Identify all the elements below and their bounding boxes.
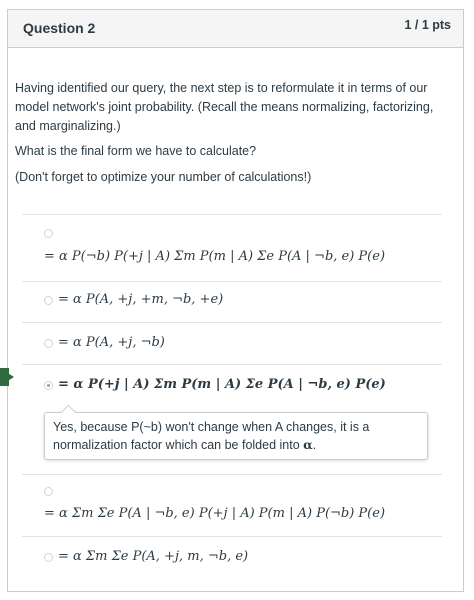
answer-divider	[22, 322, 442, 323]
question-header: Question 2 1 / 1 pts	[8, 10, 463, 48]
answer-radio-1[interactable]	[44, 229, 53, 238]
answer-text-4[interactable]: = α P(+j | A) Σm P(m | A) Σe P(A | ¬b, e…	[58, 377, 386, 392]
answer-text-2[interactable]: = α P(A, +j, +m, ¬b, +e)	[58, 292, 223, 307]
answer-text-6[interactable]: = α Σm Σe P(A, +j, m, ¬b, e)	[58, 549, 248, 564]
answer-text-3[interactable]: = α P(A, +j, ¬b)	[58, 335, 165, 350]
answer-divider	[22, 281, 442, 282]
feedback-text: Yes, because P(~b) won't change when A c…	[53, 420, 370, 452]
answer-divider	[22, 214, 442, 215]
answer-radio-4[interactable]	[44, 381, 53, 390]
answer-text-5[interactable]: = α Σm Σe P(A | ¬b, e) P(+j | A) P(m | A…	[44, 506, 385, 521]
answer-radio-6[interactable]	[44, 553, 53, 562]
answer-radio-3[interactable]	[44, 339, 53, 348]
answer-feedback: Yes, because P(~b) won't change when A c…	[44, 412, 428, 460]
answer-radio-5[interactable]	[44, 487, 53, 496]
answer-divider	[22, 364, 442, 365]
answer-divider	[22, 474, 442, 475]
question-points: 1 / 1 pts	[404, 18, 451, 32]
feedback-end: .	[312, 438, 317, 452]
question-ask: What is the final form we have to calcul…	[15, 144, 257, 158]
answer-radio-2[interactable]	[44, 296, 53, 305]
question-hint: (Don't forget to optimize your number of…	[15, 170, 312, 184]
answer-text-1[interactable]: = α P(¬b) P(+j | A) Σm P(m | A) Σe P(A |…	[44, 249, 385, 264]
correct-answer-arrow-icon	[0, 368, 14, 386]
answer-divider	[22, 536, 442, 537]
feedback-symbol: α	[303, 437, 313, 452]
question-title: Question 2	[23, 20, 96, 36]
question-prompt: Having identified our query, the next st…	[15, 81, 434, 133]
